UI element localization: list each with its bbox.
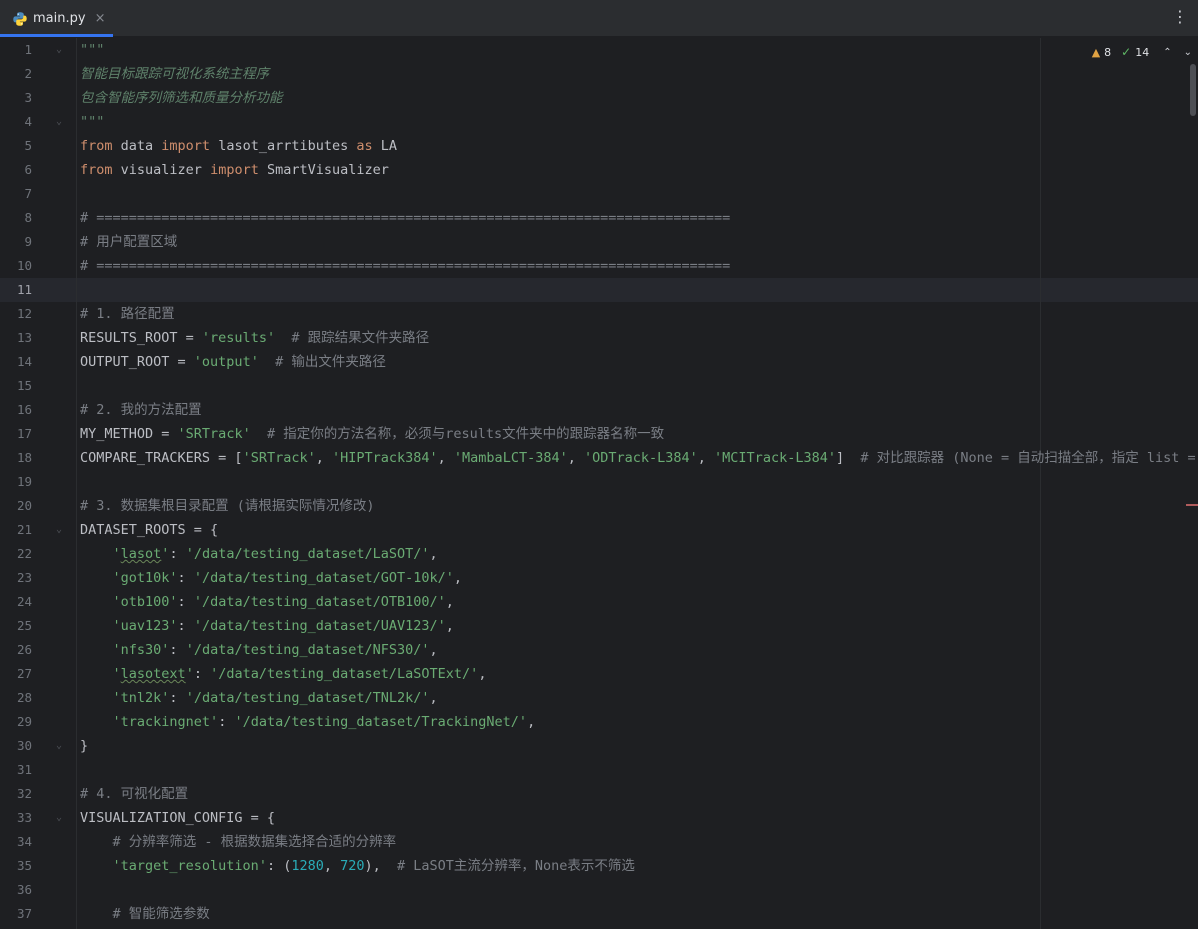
code-line[interactable]: # 分辨率筛选 - 根据数据集选择合适的分辨率 [80, 830, 397, 854]
line-number: 11 [16, 282, 32, 297]
line-number: 4 [24, 114, 32, 129]
editor-tab-bar: main.py × ⋮ [0, 0, 1198, 37]
check-icon: ✓ [1121, 45, 1132, 59]
vertical-scrollbar-thumb[interactable] [1190, 64, 1196, 116]
line-number: 28 [16, 690, 32, 705]
line-number: 27 [16, 666, 32, 681]
line-number: 7 [24, 186, 32, 201]
tab-label: main.py [33, 11, 86, 26]
line-number: 26 [16, 642, 32, 657]
line-number: 17 [16, 426, 32, 441]
line-number: 1 [24, 42, 32, 57]
line-number: 8 [24, 210, 32, 225]
code-line[interactable]: } [80, 734, 88, 758]
line-number: 14 [16, 354, 32, 369]
line-number: 12 [16, 306, 32, 321]
close-icon[interactable]: × [95, 11, 106, 26]
code-line[interactable]: """ [80, 38, 104, 62]
code-line[interactable]: 'uav123': '/data/testing_dataset/UAV123/… [80, 614, 454, 638]
code-line[interactable]: 'got10k': '/data/testing_dataset/GOT-10k… [80, 566, 463, 590]
code-line[interactable]: 'trackingnet': '/data/testing_dataset/Tr… [80, 710, 536, 734]
code-line[interactable]: 智能目标跟踪可视化系统主程序 [80, 62, 269, 86]
line-number: 22 [16, 546, 32, 561]
code-line[interactable]: 'lasot': '/data/testing_dataset/LaSOT/', [80, 542, 438, 566]
code-line[interactable]: # 1. 路径配置 [80, 302, 175, 326]
code-line[interactable]: COMPARE_TRACKERS = ['SRTrack', 'HIPTrack… [80, 446, 1198, 470]
line-number: 23 [16, 570, 32, 585]
warning-count: 8 [1104, 45, 1112, 59]
line-number: 18 [16, 450, 32, 465]
code-line[interactable]: OUTPUT_ROOT = 'output' # 输出文件夹路径 [80, 350, 386, 374]
code-line[interactable]: DATASET_ROOTS = { [80, 518, 218, 542]
code-line[interactable]: # ======================================… [80, 254, 730, 278]
code-line[interactable]: 包含智能序列筛选和质量分析功能 [80, 86, 283, 110]
code-area[interactable]: """ 智能目标跟踪可视化系统主程序 包含智能序列筛选和质量分析功能 """ from … [80, 38, 1198, 929]
code-line[interactable]: # 2. 我的方法配置 [80, 398, 202, 422]
line-number: 37 [16, 906, 32, 921]
gutter-divider [76, 38, 77, 929]
error-stripe-marker[interactable] [1186, 504, 1198, 506]
line-number: 21 [16, 522, 32, 537]
code-line[interactable]: # 智能筛选参数 [80, 902, 210, 926]
code-line[interactable]: 'lasotext': '/data/testing_dataset/LaSOT… [80, 662, 487, 686]
line-number-gutter: 1 ⌄ 2 3 4 ⌄ 5 6 7 8 9 10 11 12 13 14 15 16 17 18 19 20 21 ⌄ 22 23… [0, 38, 76, 929]
code-line[interactable]: from visualizer import SmartVisualizer [80, 158, 389, 182]
line-number: 15 [16, 378, 32, 393]
code-line[interactable]: 'nfs30': '/data/testing_dataset/NFS30/', [80, 638, 438, 662]
line-number: 5 [24, 138, 32, 153]
code-line[interactable]: # 3. 数据集根目录配置 (请根据实际情况修改) [80, 494, 375, 518]
line-number: 20 [16, 498, 32, 513]
line-number: 29 [16, 714, 32, 729]
line-number: 10 [16, 258, 32, 273]
code-line[interactable]: # 用户配置区域 [80, 230, 177, 254]
chevron-up-icon[interactable]: ⌃ [1163, 47, 1171, 58]
line-number: 16 [16, 402, 32, 417]
code-line[interactable]: 'otb100': '/data/testing_dataset/OTB100/… [80, 590, 454, 614]
code-line[interactable]: RESULTS_ROOT = 'results' # 跟踪结果文件夹路径 [80, 326, 429, 350]
line-number: 25 [16, 618, 32, 633]
line-number: 9 [24, 234, 32, 249]
more-options-icon[interactable]: ⋮ [1172, 7, 1188, 26]
code-line[interactable]: MY_METHOD = 'SRTrack' # 指定你的方法名称，必须与resu… [80, 422, 664, 446]
line-number: 35 [16, 858, 32, 873]
line-number: 36 [16, 882, 32, 897]
fold-chevron-icon[interactable]: ⌄ [56, 806, 66, 830]
code-line[interactable]: 'tnl2k': '/data/testing_dataset/TNL2k/', [80, 686, 438, 710]
line-number: 31 [16, 762, 32, 777]
line-number: 24 [16, 594, 32, 609]
fold-chevron-icon[interactable]: ⌄ [56, 38, 66, 62]
line-number: 6 [24, 162, 32, 177]
fold-chevron-icon[interactable]: ⌄ [56, 110, 66, 134]
line-number: 3 [24, 90, 32, 105]
python-file-icon [13, 11, 27, 26]
line-number: 34 [16, 834, 32, 849]
active-tab-indicator [0, 34, 113, 37]
code-line[interactable]: VISUALIZATION_CONFIG = { [80, 806, 275, 830]
line-number: 33 [16, 810, 32, 825]
code-line[interactable]: 'target_resolution': (1280, 720), # LaSO… [80, 854, 635, 878]
tab-main-py[interactable]: main.py × [0, 0, 113, 37]
line-number: 19 [16, 474, 32, 489]
fold-chevron-icon[interactable]: ⌄ [56, 734, 66, 758]
line-number: 2 [24, 66, 32, 81]
fold-chevron-icon[interactable]: ⌄ [56, 518, 66, 542]
code-line[interactable]: # 4. 可视化配置 [80, 782, 188, 806]
inspection-widget[interactable]: ▲ 8 ✓ 14 ⌃ ⌄ [1092, 44, 1192, 60]
code-line[interactable]: """ [80, 110, 104, 134]
warning-icon: ▲ [1091, 45, 1101, 59]
chevron-down-icon[interactable]: ⌄ [1184, 47, 1192, 58]
line-number: 13 [16, 330, 32, 345]
line-number: 32 [16, 786, 32, 801]
code-line[interactable]: # ======================================… [80, 206, 730, 230]
line-number: 30 [16, 738, 32, 753]
code-line[interactable]: from data import lasot_arrtibutes as LA [80, 134, 397, 158]
code-editor[interactable]: 1 ⌄ 2 3 4 ⌄ 5 6 7 8 9 10 11 12 13 14 15 16 17 18 19 20 21 ⌄ 22 23… [0, 38, 1198, 929]
check-count: 14 [1135, 45, 1150, 59]
